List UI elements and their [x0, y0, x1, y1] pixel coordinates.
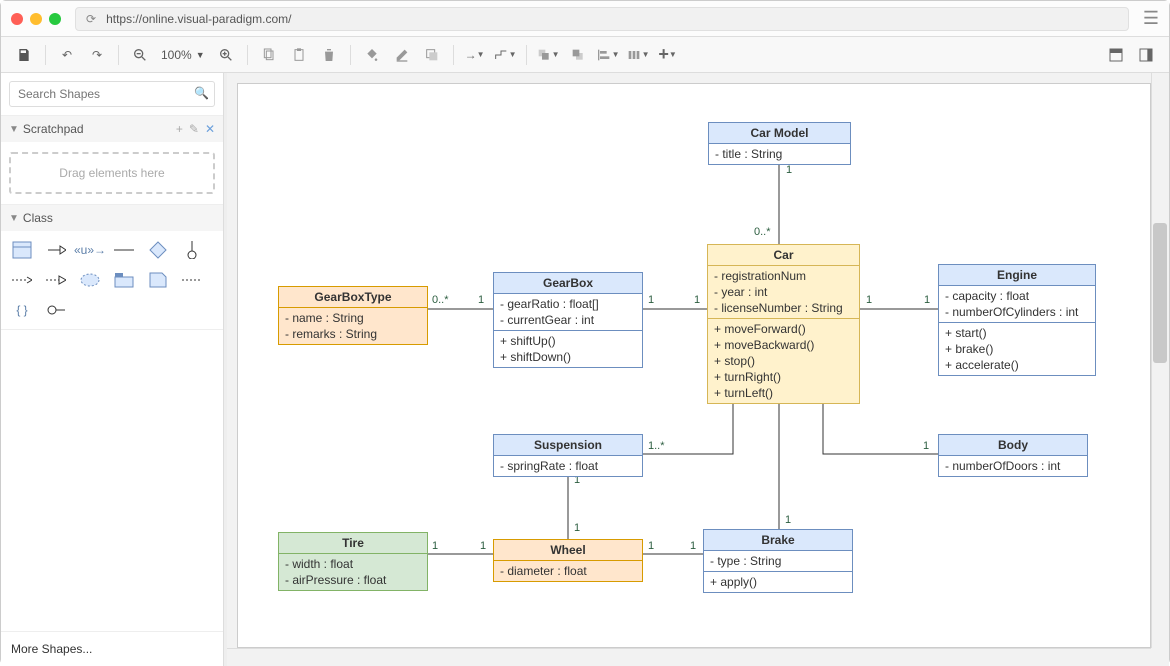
stroke-button[interactable] — [389, 42, 415, 68]
palette-assoc[interactable] — [111, 239, 137, 261]
add-button[interactable]: + ▼ — [655, 42, 681, 68]
scroll-thumb[interactable] — [1153, 223, 1167, 363]
tofront-button[interactable]: ▼ — [535, 42, 561, 68]
more-shapes[interactable]: More Shapes... — [1, 631, 223, 666]
mult: 1 — [648, 294, 654, 306]
scratchpad-section: ▼ Scratchpad + ✎ ✕ Drag elements here — [1, 116, 223, 205]
mult: 1 — [924, 294, 930, 306]
mult: 1 — [866, 294, 872, 306]
palette-realization[interactable] — [43, 269, 69, 291]
collapse-icon: ▼ — [9, 124, 19, 135]
window-controls — [11, 13, 61, 25]
outline-panel-button[interactable] — [1133, 42, 1159, 68]
class-gearbox[interactable]: GearBox - gearRatio : float[] - currentG… — [493, 272, 643, 368]
url-text: https://online.visual-paradigm.com/ — [106, 12, 291, 26]
class-header[interactable]: ▼ Class — [1, 205, 223, 231]
class-wheel[interactable]: Wheel - diameter : float — [493, 539, 643, 582]
mult: 1 — [480, 540, 486, 552]
mult: 1..* — [648, 440, 665, 452]
mult: 1 — [478, 294, 484, 306]
palette-interface[interactable] — [145, 239, 171, 261]
main: 🔍 ▼ Scratchpad + ✎ ✕ Drag elements here … — [1, 73, 1169, 666]
format-panel-button[interactable] — [1103, 42, 1129, 68]
class-car[interactable]: Car - registrationNum - year : int - lic… — [707, 244, 860, 404]
zoom-out-button[interactable] — [127, 42, 153, 68]
scratchpad-title: Scratchpad — [23, 122, 84, 136]
reload-icon[interactable]: ⟳ — [86, 12, 96, 26]
zoom-level[interactable]: 100% ▼ — [157, 48, 209, 62]
delete-button[interactable] — [316, 42, 342, 68]
toolbar: ↶ ↷ 100% ▼ → ▼ ▼ ▼ ▼ ▼ + ▼ — [1, 37, 1169, 73]
fill-button[interactable] — [359, 42, 385, 68]
add-icon[interactable]: + — [176, 122, 183, 136]
class-brake[interactable]: Brake - type : String + apply() — [703, 529, 853, 593]
shape-palette: «u»→ { } — [1, 231, 223, 329]
class-suspension[interactable]: Suspension - springRate : float — [493, 434, 643, 477]
edit-icon[interactable]: ✎ — [189, 122, 199, 136]
mult: 1 — [574, 522, 580, 534]
titlebar: ⟳ https://online.visual-paradigm.com/ ☰ — [1, 1, 1169, 37]
search-input[interactable] — [9, 81, 215, 107]
palette-usage[interactable]: «u»→ — [77, 239, 103, 261]
minimize-window[interactable] — [30, 13, 42, 25]
shape-search: 🔍 — [1, 73, 223, 116]
palette-provided[interactable] — [179, 239, 205, 261]
vertical-scrollbar[interactable] — [1151, 73, 1169, 648]
zoom-in-button[interactable] — [213, 42, 239, 68]
mult: 1 — [786, 164, 792, 176]
maximize-window[interactable] — [49, 13, 61, 25]
menu-icon[interactable]: ☰ — [1143, 8, 1159, 29]
class-title: Class — [23, 211, 53, 225]
horizontal-scrollbar[interactable] — [227, 648, 1151, 666]
url-bar[interactable]: ⟳ https://online.visual-paradigm.com/ — [75, 7, 1129, 31]
palette-constraint[interactable]: { } — [9, 299, 35, 321]
mult: 1 — [648, 540, 654, 552]
mult: 1 — [923, 440, 929, 452]
collapse-icon: ▼ — [9, 213, 19, 224]
class-carmodel[interactable]: Car Model - title : String — [708, 122, 851, 165]
canvas-area: 1 0..* 1 1 1 0..* 1 1 1 1..* 1 1 1 1 1 1… — [227, 73, 1169, 666]
mult: 1 — [432, 540, 438, 552]
palette-dependency[interactable] — [9, 269, 35, 291]
mult: 1 — [785, 514, 791, 526]
waypoint-button[interactable]: ▼ — [492, 42, 518, 68]
palette-required[interactable] — [43, 299, 69, 321]
close-window[interactable] — [11, 13, 23, 25]
class-section: ▼ Class «u»→ { } — [1, 205, 223, 330]
class-body[interactable]: Body - numberOfDoors : int — [938, 434, 1088, 477]
scratchpad-header[interactable]: ▼ Scratchpad + ✎ ✕ — [1, 116, 223, 142]
palette-note[interactable] — [145, 269, 171, 291]
mult: 0..* — [754, 226, 771, 238]
shadow-button[interactable] — [419, 42, 445, 68]
mult: 0..* — [432, 294, 449, 306]
diagram-canvas[interactable]: 1 0..* 1 1 1 0..* 1 1 1 1..* 1 1 1 1 1 1… — [237, 83, 1151, 648]
class-tire[interactable]: Tire - width : float - airPressure : flo… — [278, 532, 428, 591]
scratchpad-dropzone[interactable]: Drag elements here — [9, 152, 215, 194]
search-icon[interactable]: 🔍 — [194, 86, 209, 100]
palette-collab[interactable] — [77, 269, 103, 291]
save-button[interactable] — [11, 42, 37, 68]
class-engine[interactable]: Engine - capacity : float - numberOfCyli… — [938, 264, 1096, 376]
undo-button[interactable]: ↶ — [54, 42, 80, 68]
align-button[interactable]: ▼ — [595, 42, 621, 68]
palette-generalization[interactable] — [43, 239, 69, 261]
toback-button[interactable] — [565, 42, 591, 68]
connection-button[interactable]: → ▼ — [462, 42, 488, 68]
close-icon[interactable]: ✕ — [205, 122, 215, 136]
palette-anchor[interactable] — [179, 269, 205, 291]
distribute-button[interactable]: ▼ — [625, 42, 651, 68]
mult: 1 — [694, 294, 700, 306]
palette-class[interactable] — [9, 239, 35, 261]
class-gearboxtype[interactable]: GearBoxType - name : String - remarks : … — [278, 286, 428, 345]
paste-button[interactable] — [286, 42, 312, 68]
sidebar: 🔍 ▼ Scratchpad + ✎ ✕ Drag elements here … — [1, 73, 224, 666]
mult: 1 — [690, 540, 696, 552]
copy-button[interactable] — [256, 42, 282, 68]
redo-button[interactable]: ↷ — [84, 42, 110, 68]
palette-package[interactable] — [111, 269, 137, 291]
